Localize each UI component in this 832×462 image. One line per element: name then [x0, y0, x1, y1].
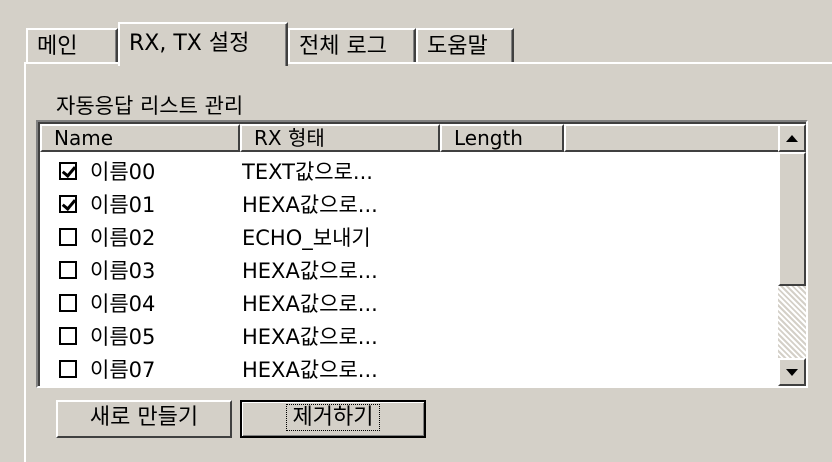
row-checkbox[interactable] [59, 161, 77, 180]
column-header-rx[interactable]: RX 형태 [240, 124, 440, 152]
row-checkbox[interactable] [59, 260, 77, 279]
list-item[interactable]: 이름05 HEXA값으로... [40, 319, 778, 352]
row-rx-type: HEXA값으로... [242, 291, 378, 316]
row-checkbox[interactable] [59, 227, 77, 246]
tab-full-log[interactable]: 전체 로그 [288, 28, 416, 62]
list-item[interactable]: 이름00 TEXT값으로... [40, 154, 778, 187]
scroll-down-button[interactable] [778, 358, 806, 386]
column-header-name[interactable]: Name [40, 124, 240, 152]
row-rx-type: HEXA값으로... [242, 192, 378, 217]
row-rx-type: HEXA값으로... [242, 324, 378, 349]
tab-main[interactable]: 메인 [26, 28, 118, 62]
row-checkbox[interactable] [59, 293, 77, 312]
row-checkbox-wrap [40, 293, 90, 312]
row-rx-type: ECHO_보내기 [242, 225, 371, 250]
row-checkbox[interactable] [59, 359, 77, 378]
row-checkbox-wrap [40, 194, 90, 213]
row-name: 이름07 [90, 357, 156, 382]
row-name: 이름01 [90, 192, 156, 217]
row-checkbox-wrap [40, 161, 90, 180]
list-item[interactable]: 이름02 ECHO_보내기 [40, 220, 778, 253]
scroll-up-button[interactable] [778, 124, 806, 152]
row-checkbox[interactable] [59, 326, 77, 345]
vertical-scrollbar[interactable] [778, 124, 806, 386]
row-rx-type: TEXT값으로... [242, 159, 373, 184]
row-name: 이름04 [90, 291, 156, 316]
row-name: 이름05 [90, 324, 156, 349]
tab-help[interactable]: 도움말 [416, 28, 514, 62]
row-name: 이름00 [90, 159, 156, 184]
list-item[interactable]: 이름01 HEXA값으로... [40, 187, 778, 220]
arrow-up-icon [786, 134, 798, 142]
scroll-thumb[interactable] [778, 152, 806, 286]
row-checkbox-wrap [40, 227, 90, 246]
row-checkbox-wrap [40, 359, 90, 378]
new-button[interactable]: 새로 만들기 [56, 400, 232, 438]
list-item[interactable]: 이름03 HEXA값으로... [40, 253, 778, 286]
remove-button-label: 제거하기 [285, 404, 381, 431]
row-checkbox[interactable] [59, 194, 77, 213]
remove-button[interactable]: 제거하기 [240, 400, 426, 438]
tab-rx-tx-settings[interactable]: RX, TX 설정 [118, 22, 288, 66]
row-checkbox-wrap [40, 326, 90, 345]
row-rx-type: HEXA값으로... [242, 258, 378, 283]
list-item[interactable]: 이름07 HEXA값으로... [40, 352, 778, 385]
list-item[interactable]: 이름04 HEXA값으로... [40, 286, 778, 319]
auto-response-list[interactable]: Name RX 형태 Length 이름00 TEXT값으로... 이름01 HEXA… [36, 120, 808, 388]
group-title: 자동응답 리스트 관리 [56, 94, 244, 118]
settings-panel: 메인 RX, TX 설정 전체 로그 도움말 자동응답 리스트 관리 Name … [0, 0, 832, 462]
row-name: 이름02 [90, 225, 156, 250]
row-name: 이름03 [90, 258, 156, 283]
list-header: Name RX 형태 Length [40, 124, 780, 152]
column-header-filler [564, 124, 780, 152]
column-header-length[interactable]: Length [440, 124, 564, 152]
list-rows: 이름00 TEXT값으로... 이름01 HEXA값으로... 이름02 ECHO_보내기… [40, 154, 778, 385]
arrow-down-icon [786, 368, 798, 376]
row-rx-type: HEXA값으로... [242, 357, 378, 382]
row-checkbox-wrap [40, 260, 90, 279]
